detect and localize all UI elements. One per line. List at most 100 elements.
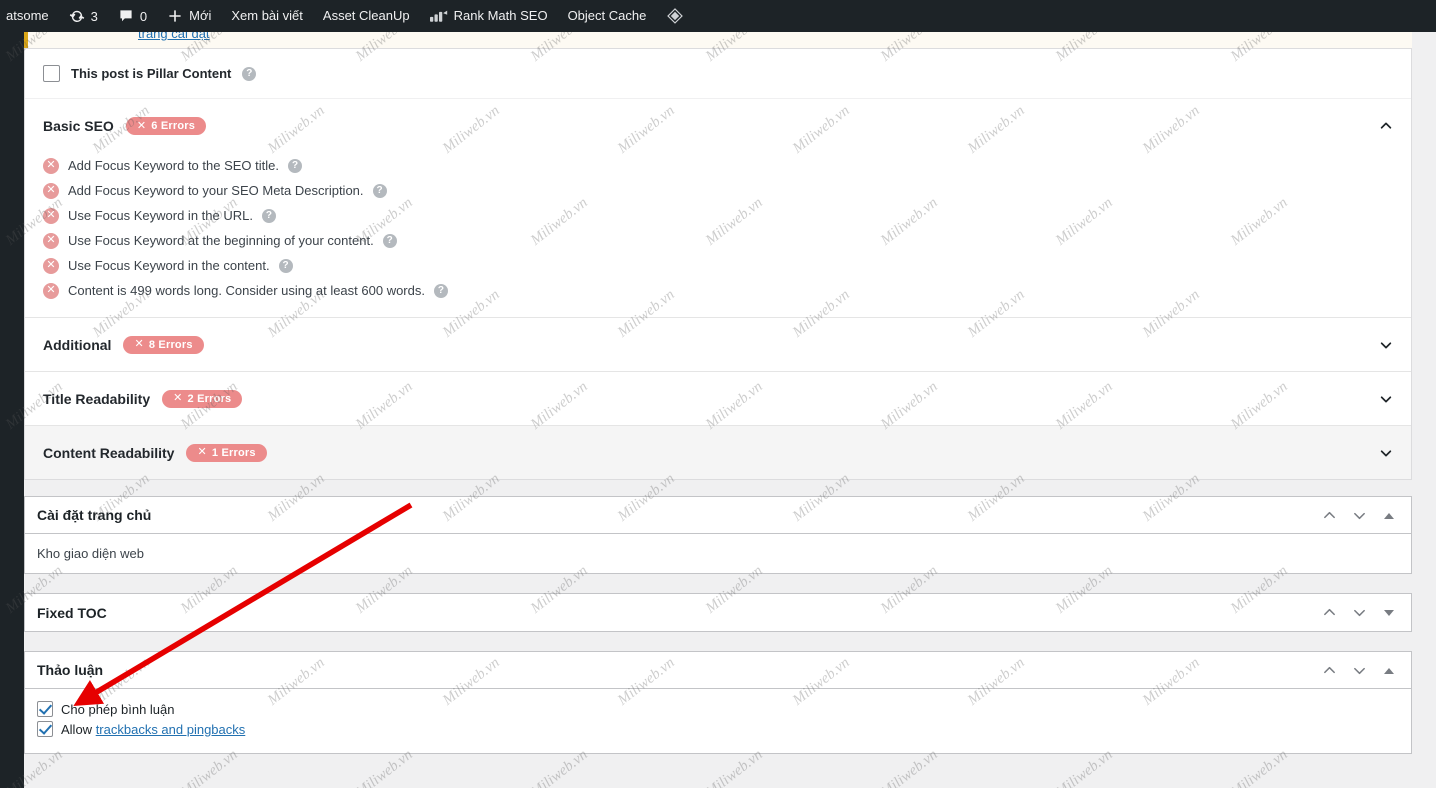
admin-bar-label-object-cache: Object Cache xyxy=(567,8,647,23)
error-text: Content is 499 words long. Consider usin… xyxy=(68,283,425,298)
update-icon xyxy=(69,8,85,24)
badge-text: 2 Errors xyxy=(187,392,232,405)
admin-bar-item-comments[interactable]: 0 xyxy=(108,0,157,32)
badge-x-icon: ✕ xyxy=(197,446,207,458)
error-item: ✕ Use Focus Keyword in the content. ? xyxy=(43,253,1411,278)
error-text: Use Focus Keyword in the content. xyxy=(68,258,270,273)
toggle-panel-button[interactable] xyxy=(1375,657,1403,685)
help-icon[interactable]: ? xyxy=(261,208,276,223)
move-up-button[interactable] xyxy=(1315,599,1343,627)
help-icon[interactable]: ? xyxy=(242,66,257,81)
postbox-header-discussion[interactable]: Thảo luận xyxy=(25,652,1411,689)
status-badge-title-readability: ✕ 2 Errors xyxy=(162,389,243,408)
error-text: Add Focus Keyword to your SEO Meta Descr… xyxy=(68,183,364,198)
error-item: ✕ Add Focus Keyword to your SEO Meta Des… xyxy=(43,178,1411,203)
error-x-icon: ✕ xyxy=(43,157,59,174)
admin-menu-rail xyxy=(0,32,24,788)
admin-bar-label-site-name: atsome xyxy=(6,8,49,23)
error-x-icon: ✕ xyxy=(43,182,59,199)
diamond-icon xyxy=(666,7,684,25)
plus-icon xyxy=(167,8,183,24)
admin-bar-item-view-post[interactable]: Xem bài viết xyxy=(221,0,313,32)
postbox-body-discussion: Cho phép bình luận Allow trackbacks and … xyxy=(25,689,1411,753)
status-badge-additional: ✕ 8 Errors xyxy=(123,335,204,354)
help-icon[interactable]: ? xyxy=(288,158,302,173)
postbox-header-home-settings[interactable]: Cài đặt trang chủ xyxy=(25,497,1411,534)
admin-bar-item-rank-math[interactable]: Rank Math SEO xyxy=(420,0,558,32)
allow-pingbacks-checkbox[interactable] xyxy=(37,721,53,737)
section-title-content-readability: Content Readability xyxy=(43,444,175,461)
trackbacks-pingbacks-link[interactable]: trackbacks and pingbacks xyxy=(96,722,246,737)
chevron-down-icon[interactable] xyxy=(1379,392,1393,406)
admin-bar-item-gem[interactable] xyxy=(656,0,694,32)
badge-text: 1 Errors xyxy=(211,446,256,459)
triangle-up-icon xyxy=(1384,667,1394,674)
error-x-icon: ✕ xyxy=(43,207,59,224)
main-content-area: trang cài đặt This post is Pillar Conten… xyxy=(24,32,1436,788)
admin-bar-item-asset-cleanup[interactable]: Asset CleanUp xyxy=(313,0,420,32)
badge-x-icon: ✕ xyxy=(173,392,183,404)
help-icon[interactable]: ? xyxy=(372,183,387,198)
error-item: ✕ Use Focus Keyword at the beginning of … xyxy=(43,228,1411,253)
chevron-down-icon[interactable] xyxy=(1379,446,1393,460)
pillar-content-checkbox[interactable] xyxy=(43,65,60,82)
postbox-actions xyxy=(1315,652,1403,689)
section-header-additional[interactable]: Additional ✕ 8 Errors xyxy=(25,317,1411,371)
triangle-up-icon xyxy=(1384,512,1394,519)
status-badge-content-readability: ✕ 1 Errors xyxy=(186,443,267,462)
allow-pingbacks-label: Allow trackbacks and pingbacks xyxy=(61,722,245,737)
section-title-title-readability: Title Readability xyxy=(43,390,151,407)
comment-bubble-icon xyxy=(118,8,134,24)
discussion-option-allow-pingbacks: Allow trackbacks and pingbacks xyxy=(37,719,1399,739)
postbox-header-fixed-toc[interactable]: Fixed TOC xyxy=(25,594,1411,631)
postbox-home-settings: Cài đặt trang chủ Kho giao diện web xyxy=(24,496,1412,574)
section-title-additional: Additional xyxy=(43,336,112,353)
home-settings-text: Kho giao diện web xyxy=(37,546,144,561)
section-title-basic-seo: Basic SEO xyxy=(43,118,114,134)
move-down-button[interactable] xyxy=(1345,502,1373,530)
error-x-icon: ✕ xyxy=(43,232,59,249)
admin-bar-updates-count: 3 xyxy=(90,8,98,24)
admin-bar-item-site-name[interactable]: atsome xyxy=(0,0,59,32)
section-body-basic-seo: ✕ Add Focus Keyword to the SEO title. ? … xyxy=(25,153,1411,317)
badge-x-icon: ✕ xyxy=(134,338,144,350)
section-header-title-readability[interactable]: Title Readability ✕ 2 Errors xyxy=(25,371,1411,425)
chevron-up-icon[interactable] xyxy=(1379,119,1393,133)
pillar-content-row: This post is Pillar Content ? xyxy=(25,49,1411,99)
chevron-down-icon[interactable] xyxy=(1379,338,1393,352)
error-item: ✕ Add Focus Keyword to the SEO title. ? xyxy=(43,153,1411,178)
section-header-content-readability[interactable]: Content Readability ✕ 1 Errors xyxy=(25,425,1411,479)
status-badge-basic-seo: ✕ 6 Errors xyxy=(125,117,207,135)
postbox-fixed-toc: Fixed TOC xyxy=(24,593,1412,632)
postbox-title-home-settings: Cài đặt trang chủ xyxy=(37,507,152,523)
error-x-icon: ✕ xyxy=(43,257,59,274)
help-icon[interactable]: ? xyxy=(382,233,397,248)
triangle-down-icon xyxy=(1384,609,1394,616)
help-icon[interactable]: ? xyxy=(433,283,448,298)
discussion-option-allow-comments: Cho phép bình luận xyxy=(37,699,1399,719)
postbox-actions xyxy=(1315,497,1403,534)
admin-bar-label-rank-math: Rank Math SEO xyxy=(453,8,548,23)
postbox-title-discussion: Thảo luận xyxy=(37,662,104,678)
wp-admin-bar: atsome 3 0 Mới Xem bài viết Asset CleanU… xyxy=(0,0,1436,32)
allow-comments-checkbox[interactable] xyxy=(37,701,53,717)
error-x-icon: ✕ xyxy=(43,282,59,299)
admin-notice-partial: trang cài đặt xyxy=(24,32,1412,48)
move-down-button[interactable] xyxy=(1345,657,1373,685)
admin-bar-label-asset-cleanup: Asset CleanUp xyxy=(322,8,410,23)
toggle-panel-button[interactable] xyxy=(1375,599,1403,627)
admin-bar-label-new: Mới xyxy=(189,8,212,23)
move-up-button[interactable] xyxy=(1315,502,1343,530)
postbox-discussion: Thảo luận Cho phép bình luận Allow track… xyxy=(24,651,1412,754)
postbox-actions xyxy=(1315,594,1403,631)
badge-text: 6 Errors xyxy=(151,120,196,132)
help-icon[interactable]: ? xyxy=(278,258,293,273)
notice-link[interactable]: trang cài đặt xyxy=(138,32,210,41)
admin-bar-item-new[interactable]: Mới xyxy=(157,0,221,32)
admin-bar-item-updates[interactable]: 3 xyxy=(59,0,108,32)
toggle-panel-button[interactable] xyxy=(1375,502,1403,530)
section-header-basic-seo[interactable]: Basic SEO ✕ 6 Errors xyxy=(25,99,1411,153)
move-up-button[interactable] xyxy=(1315,657,1343,685)
move-down-button[interactable] xyxy=(1345,599,1373,627)
admin-bar-item-object-cache[interactable]: Object Cache xyxy=(558,0,657,32)
